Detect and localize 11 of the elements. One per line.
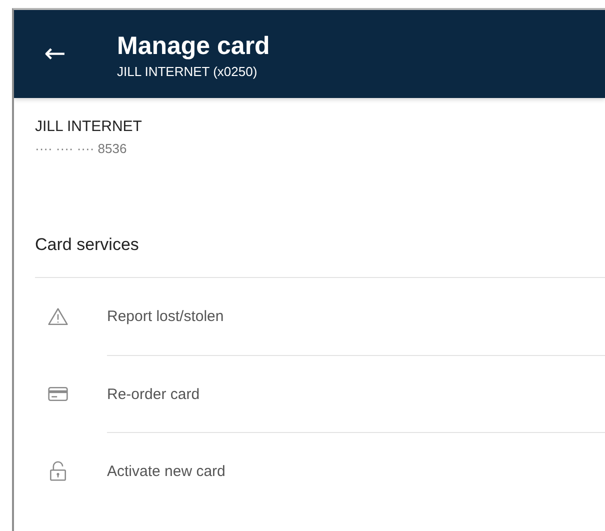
- cardholder-name: JILL INTERNET: [35, 118, 143, 135]
- page-subtitle: JILL INTERNET (x0250): [117, 64, 258, 79]
- service-item[interactable]: Report lost/stolen: [14, 278, 605, 355]
- lock-icon: [47, 460, 69, 482]
- service-item[interactable]: Re-order card: [14, 355, 605, 432]
- page-title: Manage card: [117, 31, 270, 61]
- section-title: Card services: [35, 235, 605, 278]
- warning-icon: [47, 306, 69, 328]
- card-number: ···· ···· ···· 8536: [35, 141, 128, 156]
- back-button[interactable]: ←: [40, 41, 70, 67]
- service-item[interactable]: Activate new card: [14, 432, 605, 509]
